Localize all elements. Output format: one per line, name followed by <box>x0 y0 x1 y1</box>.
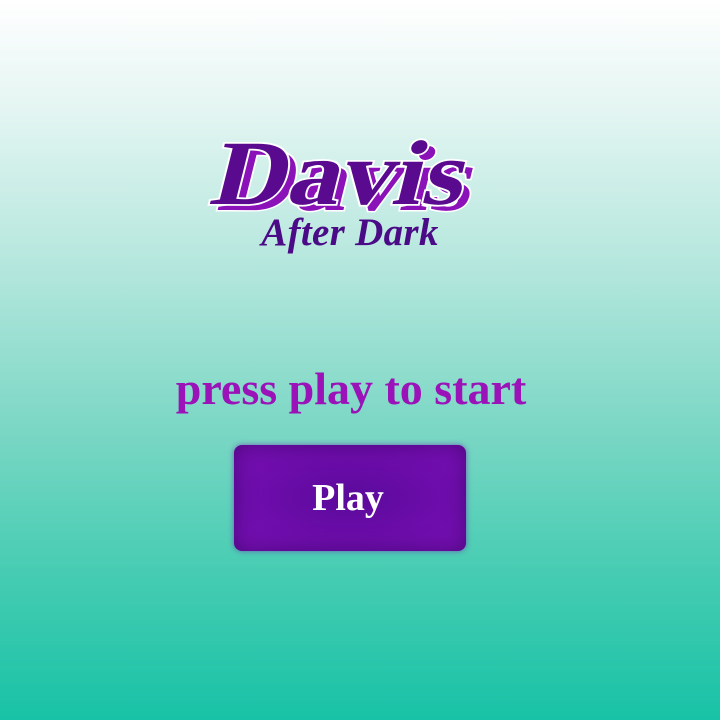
logo-title-graphic: Davis Davis <box>201 120 490 232</box>
title-screen: Davis Davis After Dark press play to sta… <box>0 0 720 720</box>
logo-title: Davis <box>203 122 481 225</box>
logo-subtitle: After Dark <box>261 211 439 254</box>
start-prompt: press play to start <box>175 363 527 414</box>
play-button[interactable]: Play <box>234 445 466 551</box>
game-logo: Davis Davis After Dark <box>180 108 510 258</box>
play-button-label: Play <box>312 477 384 519</box>
